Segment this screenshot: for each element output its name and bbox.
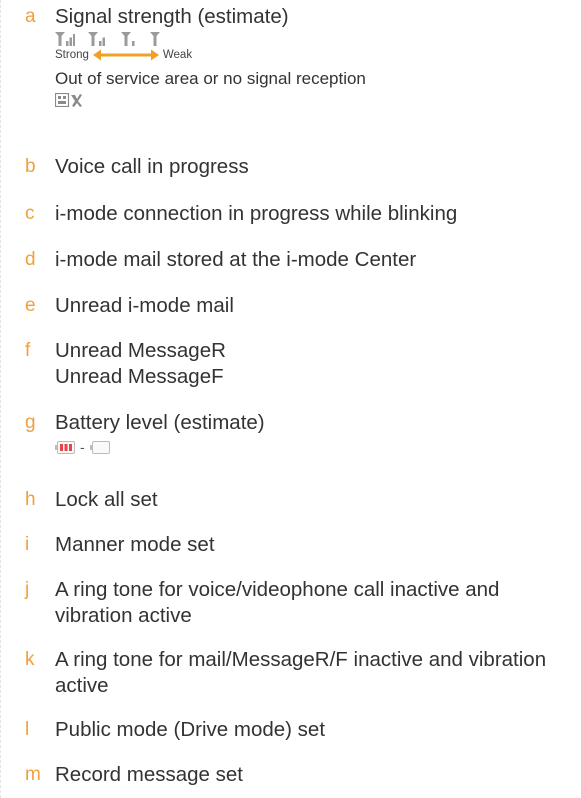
legend-text: Unread MessageR Unread MessageF — [55, 338, 581, 390]
battery-level-icons: - — [55, 440, 581, 454]
legend-letter: m — [25, 764, 41, 785]
legend-label: Public mode (Drive mode) set — [55, 718, 326, 741]
legend-label: Manner mode set — [55, 533, 215, 556]
legend-letter: a — [25, 6, 36, 27]
legend-label: Signal strength (estimate) — [55, 5, 289, 28]
out-of-service-icon — [55, 93, 82, 107]
legend-label: Record message set — [55, 763, 244, 786]
legend-letter: d — [25, 249, 36, 270]
signal-weak-icon — [121, 32, 135, 46]
legend-label: Lock all set — [55, 488, 158, 511]
legend-letter: e — [25, 295, 36, 316]
legend-letter: k — [25, 649, 35, 670]
legend-label: i-mode connection in progress while blin… — [55, 202, 458, 225]
legend-letter: c — [25, 203, 35, 224]
battery-full-icon — [55, 440, 75, 454]
legend-label-2: Unread MessageF — [55, 365, 224, 388]
legend-letter: j — [25, 579, 30, 600]
legend-letter: i — [25, 534, 30, 555]
double-arrow-icon — [92, 49, 159, 61]
legend-label: A ring tone for voice/videophone call in… — [55, 578, 500, 627]
legend-letter: l — [25, 719, 30, 740]
signal-scale: Strong Weak — [55, 47, 581, 63]
signal-none-icon — [150, 32, 160, 46]
legend-letter: h — [25, 489, 36, 510]
legend-letter: f — [25, 340, 31, 361]
battery-range-separator: - — [80, 439, 85, 455]
legend-letter: b — [25, 156, 36, 177]
legend-label: Unread MessageR — [55, 339, 226, 362]
battery-empty-icon — [89, 440, 110, 454]
legend-label: Battery level (estimate) — [55, 411, 265, 434]
legend-text: Battery level (estimate) - — [55, 410, 581, 454]
scale-weak-label: Weak — [162, 49, 193, 61]
signal-strength-icons — [55, 32, 581, 46]
legend-label: Voice call in progress — [55, 155, 249, 178]
legend-letter: g — [25, 412, 36, 433]
page-edge-guide — [0, 0, 1, 798]
signal-strong-icon — [55, 32, 75, 46]
legend-label: i-mode mail stored at the i-mode Center — [55, 248, 417, 271]
legend-label: A ring tone for mail/MessageR/F inactive… — [55, 648, 547, 697]
no-signal-description: Out of service area or no signal recepti… — [55, 69, 366, 88]
legend-label: Unread i-mode mail — [55, 294, 234, 317]
legend-text: Signal strength (estimate) Strong Weak O… — [55, 4, 581, 107]
scale-strong-label: Strong — [55, 49, 89, 61]
signal-medium-icon — [88, 32, 105, 46]
